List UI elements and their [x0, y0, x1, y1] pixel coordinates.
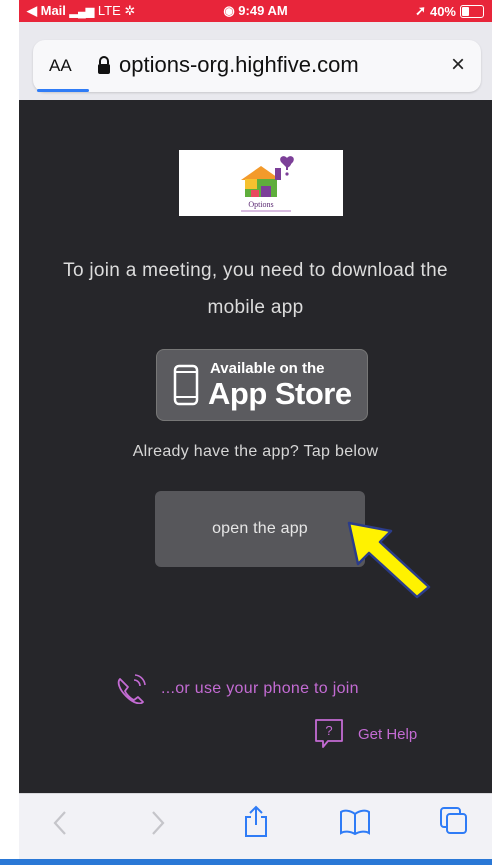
app-store-line-2: App Store: [208, 376, 352, 411]
get-help-label: Get Help: [358, 725, 418, 743]
close-icon[interactable]: ×: [451, 51, 465, 79]
get-help-link[interactable]: ? Get Help: [314, 718, 417, 750]
bookmarks-icon[interactable]: [339, 808, 371, 836]
battery-percent: 40%: [429, 3, 456, 19]
app-store-line-1: Available on the: [210, 360, 325, 377]
phone-join-label: ...or use your phone to join: [161, 680, 359, 697]
location-icon: ➚: [415, 3, 426, 18]
tabs-icon[interactable]: [439, 806, 469, 836]
status-time: 9:49 AM: [238, 3, 288, 18]
already-have-app-text: Already have the app? Tap below: [132, 443, 379, 460]
logo-text: Options: [248, 200, 273, 209]
phone-join-link[interactable]: ...or use your phone to join: [115, 674, 359, 704]
arrow-annotation-icon: [347, 521, 431, 599]
status-right: ➚ 40%: [415, 3, 484, 19]
message-line-1: To join a meeting, you need to download …: [63, 260, 448, 281]
bottom-highlight-line: [0, 859, 492, 865]
iphone-icon: [173, 364, 199, 406]
battery-icon: [460, 4, 484, 18]
battery-fill: [462, 6, 469, 16]
back-chevron-icon[interactable]: [49, 808, 73, 838]
url-display[interactable]: options-org.highfive.com: [97, 52, 359, 78]
browser-toolbar: [19, 793, 492, 860]
address-bar[interactable]: AA options-org.highfive.com ×: [33, 40, 481, 92]
help-bubble-icon: ?: [315, 719, 343, 748]
browser-window: ◀ Mail ▂▄▆ LTE ✲ ◉ 9:49 AM ➚ 40% AA opti…: [19, 0, 492, 865]
organization-logo: Options: [179, 150, 343, 216]
reader-view-button[interactable]: AA: [49, 56, 72, 76]
forward-chevron-icon[interactable]: [145, 808, 169, 838]
page-load-progress: [37, 89, 89, 92]
lock-icon: [98, 56, 110, 74]
url-text: options-org.highfive.com: [119, 52, 359, 77]
address-bar-area: AA options-org.highfive.com ×: [19, 22, 492, 100]
open-app-button[interactable]: open the app: [155, 491, 365, 567]
download-message: To join a meeting, you need to download …: [19, 252, 492, 326]
status-bar: ◀ Mail ▂▄▆ LTE ✲ ◉ 9:49 AM ➚ 40%: [19, 0, 492, 22]
phone-call-icon: [117, 674, 146, 704]
help-glyph: ?: [325, 723, 332, 738]
app-store-badge[interactable]: Available on the App Store: [156, 349, 368, 421]
record-icon: ◉: [223, 3, 235, 18]
logo-graphic: Options: [241, 156, 294, 212]
message-line-2: mobile app: [207, 297, 304, 318]
share-icon[interactable]: [243, 804, 269, 838]
